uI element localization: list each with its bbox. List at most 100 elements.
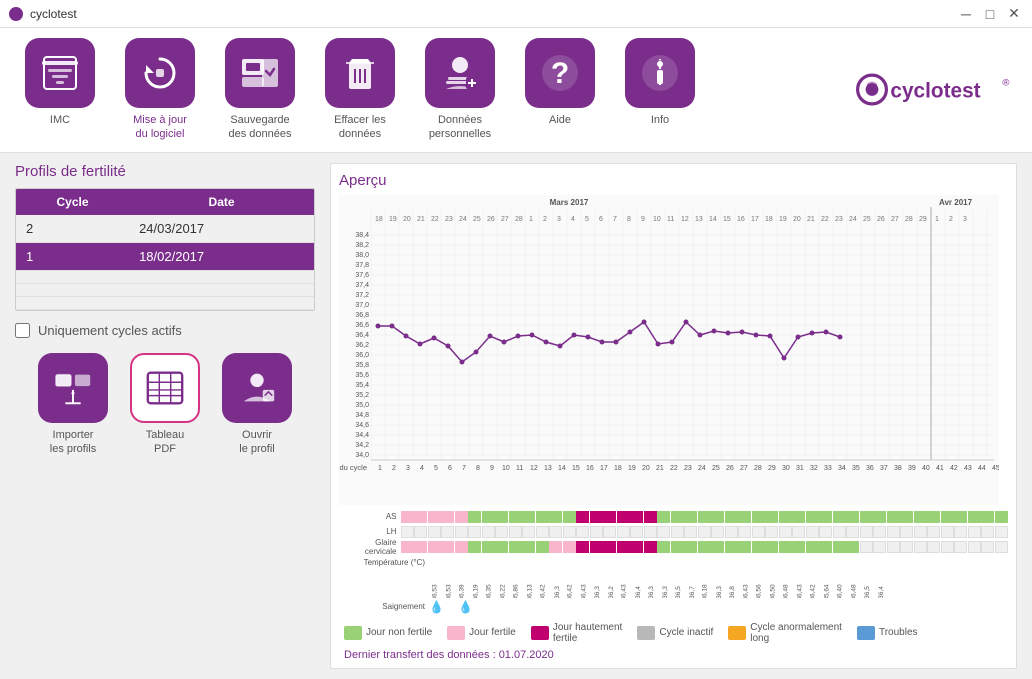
profiles-table-inner: Cycle Date 224/03/2017118/02/2017 [16,189,314,310]
cervical-cell [576,541,589,553]
temp-value: 36,50 [770,584,777,598]
as-label: AS [344,512,401,521]
lh-cell [995,526,1008,538]
checkbox-row: Uniquement cycles actifs [15,323,315,338]
as-cell [414,511,427,523]
table-row[interactable]: 224/03/2017 [16,215,314,243]
import-button[interactable]: Importerles profils [33,353,113,457]
cervical-cell [401,541,414,553]
svg-text:10: 10 [502,465,510,472]
bottom-buttons: Importerles profils TableauPDF [15,353,315,457]
svg-text:4: 4 [420,465,424,472]
as-cell [725,511,738,523]
cervical-cell [995,541,1008,553]
svg-text:cyclotest: cyclotest [890,80,980,103]
svg-text:21: 21 [656,465,664,472]
lh-cell [522,526,535,538]
as-cell [455,511,468,523]
svg-text:35,6: 35,6 [355,372,369,379]
toolbar-item-update[interactable]: Mise à jourdu logiciel [120,38,200,142]
minimize-button[interactable]: ─ [956,4,976,24]
table-row[interactable] [16,270,314,283]
temp-cell: 36,5 [861,560,874,598]
help-icon-box: ? [525,38,595,108]
cycle-cell: 1 [16,242,129,270]
toolbar-item-help[interactable]: ? Aide [520,38,600,127]
svg-text:17: 17 [751,216,759,223]
lh-cell [590,526,603,538]
chart-legend: Jour non fertile Jour fertile Jour haute… [344,622,1008,644]
svg-text:18: 18 [375,216,383,223]
cervical-cell [657,541,670,553]
ouvrir-label: Ouvrirle profil [239,428,274,457]
toolbar-item-backup[interactable]: Sauvegardedes données [220,38,300,142]
table-row[interactable]: 118/02/2017 [16,242,314,270]
data-rows-section: AS LH Glaire cervicale [344,510,1008,554]
lh-cell [536,526,549,538]
maximize-button[interactable]: □ [980,4,1000,24]
active-cycles-checkbox[interactable] [15,323,30,338]
toolbar-item-personal[interactable]: Donnéespersonnelles [420,38,500,142]
ouvrir-button[interactable]: Ouvrirle profil [217,353,297,457]
svg-text:22: 22 [670,465,678,472]
temp-cell: 36,4 [875,560,888,598]
as-cell [968,511,981,523]
legend-long: Cycle anormalementlong [728,622,842,644]
info-icon-box: i i [625,38,695,108]
svg-text:29: 29 [768,465,776,472]
svg-text:6: 6 [599,216,603,223]
legend-inactive-label: Cycle inactif [659,627,713,638]
temp-value: 36,48 [851,584,858,598]
cervical-cell [900,541,913,553]
temp-cell: 36,4 [632,560,645,598]
brand-logo: cyclotest ® [852,62,1012,117]
as-cell [495,511,508,523]
as-cell [468,511,481,523]
tableau-button[interactable]: TableauPDF [125,353,205,457]
svg-text:19: 19 [389,216,397,223]
svg-text:26: 26 [487,216,495,223]
lh-cell [468,526,481,538]
temp-cell: 36,43 [794,560,807,598]
import-icon-box [38,353,108,423]
lh-cell [630,526,643,538]
temp-cell: 36,8 [726,560,739,598]
svg-text:13: 13 [695,216,703,223]
lh-cell [806,526,819,538]
toolbar-icons: IMC Mise à jourdu logiciel [20,38,700,142]
svg-text:17: 17 [600,465,608,472]
lh-cell [482,526,495,538]
svg-text:28: 28 [754,465,762,472]
toolbar-item-info[interactable]: i i Info [620,38,700,127]
temp-cell: 36,50 [767,560,780,598]
right-panel: Aperçu Mars 2017 Avr 2017 38,4 38,2 38,0… [330,163,1017,669]
cycle-cell [16,270,129,283]
svg-text:3: 3 [963,216,967,223]
bleeding-label: Saignement [344,602,429,611]
legend-green-swatch [344,626,362,640]
toolbar-item-imc[interactable]: IMC [20,38,100,127]
temp-cell: 36,43 [578,560,591,598]
table-row[interactable] [16,296,314,309]
svg-text:35: 35 [852,465,860,472]
close-button[interactable]: ✕ [1004,4,1024,24]
cyclotest-logo: cyclotest ® [852,62,1012,117]
temp-value: 36,42 [567,584,574,598]
cervical-cell [765,541,778,553]
svg-text:26: 26 [726,465,734,472]
svg-text:®: ® [1002,78,1009,89]
as-row: AS [344,510,1008,524]
lh-cell [941,526,954,538]
svg-text:20: 20 [793,216,801,223]
table-row[interactable] [16,283,314,296]
as-cell [887,511,900,523]
imc-label: IMC [50,113,70,127]
toolbar-item-erase[interactable]: Effacer lesdonnées [320,38,400,142]
as-cell [873,511,886,523]
svg-text:34,2: 34,2 [355,442,369,449]
as-cell [995,511,1008,523]
personal-label: Donnéespersonnelles [429,113,491,142]
as-cell [927,511,940,523]
temp-value: 36,43 [743,584,750,598]
svg-text:18: 18 [614,465,622,472]
